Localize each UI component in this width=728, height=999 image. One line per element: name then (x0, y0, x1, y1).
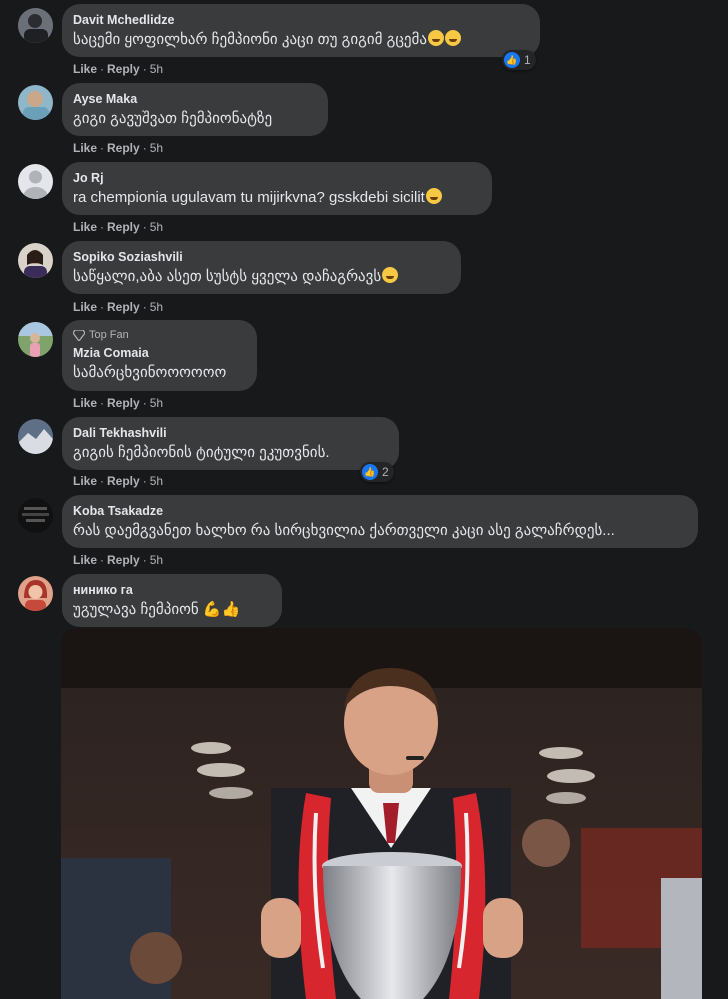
timestamp[interactable]: 5h (150, 553, 163, 567)
like-button[interactable]: Like (73, 62, 97, 76)
comment-bubble: Dali Tekhashvili გიგის ჩემპიონის ტიტული … (62, 417, 399, 470)
laughing-emoji-icon (444, 30, 461, 46)
comment-actions: Like · Reply · 5h (73, 141, 164, 155)
reply-button[interactable]: Reply (107, 300, 140, 314)
comment-text: ra chempionia ugulavam tu mijirkvna? gss… (73, 188, 480, 208)
like-button[interactable]: Like (73, 396, 97, 410)
comment-text: საცემი ყოფილხარ ჩემპიონი კაცი თუ გიგიმ გ… (73, 30, 528, 50)
reply-button[interactable]: Reply (107, 396, 140, 410)
commenter-name[interactable]: Davit Mchedlidze (73, 12, 528, 28)
comment-text: რას დაემგვანეთ ხალხო რა სირცხვილია ქართვ… (73, 522, 615, 539)
avatar[interactable] (18, 164, 53, 199)
timestamp[interactable]: 5h (150, 62, 163, 76)
commenter-name[interactable]: Jo Rj (73, 170, 480, 186)
commenter-name[interactable]: Ayse Maka (73, 91, 316, 107)
avatar[interactable] (18, 322, 53, 357)
comment-actions: Like · Reply · 5h (73, 220, 164, 234)
comment-attached-image[interactable] (61, 628, 702, 999)
reaction-count[interactable]: 👍 2 (360, 462, 394, 482)
comment-actions: Like · Reply · 5h (73, 62, 164, 76)
comment-bubble: Jo Rj ra chempionia ugulavam tu mijirkvn… (62, 162, 492, 215)
trophy-celebration-image (61, 628, 702, 999)
avatar[interactable] (18, 419, 53, 454)
avatar[interactable] (18, 498, 53, 533)
comment-text: გიგის ჩემპიონის ტიტული ეკუთვნის. (73, 444, 330, 461)
comment-text: გიგი გავუშვათ ჩემპიონატზე (73, 110, 273, 127)
timestamp[interactable]: 5h (150, 141, 163, 155)
commenter-name[interactable]: Dali Tekhashvili (73, 425, 387, 441)
comment-bubble: Davit Mchedlidze საცემი ყოფილხარ ჩემპიონ… (62, 4, 540, 57)
comment-actions: Like · Reply · 5h (73, 300, 164, 314)
comment-text: საწყალი,აბა ასეთ სუსტს ყველა დაჩაგრავს (73, 267, 449, 287)
reply-button[interactable]: Reply (107, 141, 140, 155)
comment-bubble: Top Fan Mzia Comaia სამარცხვინოოოოოო (62, 320, 257, 391)
reaction-count[interactable]: 👍 1 (502, 50, 536, 70)
top-fan-badge: Top Fan (73, 328, 245, 342)
like-button[interactable]: Like (73, 474, 97, 488)
like-button[interactable]: Like (73, 300, 97, 314)
like-button[interactable]: Like (73, 141, 97, 155)
comment-actions: Like · Reply · 5h (73, 474, 164, 488)
thumbs-up-icon: 👍 (362, 464, 378, 480)
laughing-emoji-icon (382, 267, 399, 283)
reply-button[interactable]: Reply (107, 474, 140, 488)
timestamp[interactable]: 5h (150, 474, 163, 488)
avatar[interactable] (18, 243, 53, 278)
timestamp[interactable]: 5h (150, 396, 163, 410)
timestamp[interactable]: 5h (150, 300, 163, 314)
timestamp[interactable]: 5h (150, 220, 163, 234)
comment-text: სამარცხვინოოოოოო (73, 364, 227, 381)
reply-button[interactable]: Reply (107, 62, 140, 76)
commenter-name[interactable]: Mzia Comaia (73, 345, 245, 361)
reply-button[interactable]: Reply (107, 220, 140, 234)
avatar[interactable] (18, 8, 53, 43)
commenter-name[interactable]: Sopiko Soziashvili (73, 249, 449, 265)
comment-actions: Like · Reply · 5h (73, 396, 164, 410)
thumbs-up-emoji-icon: 👍 (221, 601, 241, 618)
comment-bubble: Sopiko Soziashvili საწყალი,აბა ასეთ სუსტ… (62, 241, 461, 294)
commenter-name[interactable]: Koba Tsakadze (73, 503, 686, 519)
comment-bubble: нинико га უგულავა ჩემპიონ 💪👍 (62, 574, 282, 627)
laughing-emoji-icon (427, 30, 444, 46)
reply-button[interactable]: Reply (107, 553, 140, 567)
commenter-name[interactable]: нинико га (73, 582, 270, 598)
avatar[interactable] (18, 85, 53, 120)
avatar[interactable] (18, 576, 53, 611)
comment-bubble: Ayse Maka გიგი გავუშვათ ჩემპიონატზე (62, 83, 328, 136)
comment-text: უგულავა ჩემპიონ 💪👍 (73, 601, 241, 618)
flexed-biceps-emoji-icon: 💪 (202, 601, 222, 618)
like-button[interactable]: Like (73, 220, 97, 234)
laughing-emoji-icon (425, 188, 442, 204)
diamond-icon (73, 329, 85, 341)
comment-actions: Like · Reply · 5h (73, 553, 164, 567)
like-button[interactable]: Like (73, 553, 97, 567)
thumbs-up-icon: 👍 (504, 52, 520, 68)
comment-bubble: Koba Tsakadze რას დაემგვანეთ ხალხო რა სი… (62, 495, 698, 548)
